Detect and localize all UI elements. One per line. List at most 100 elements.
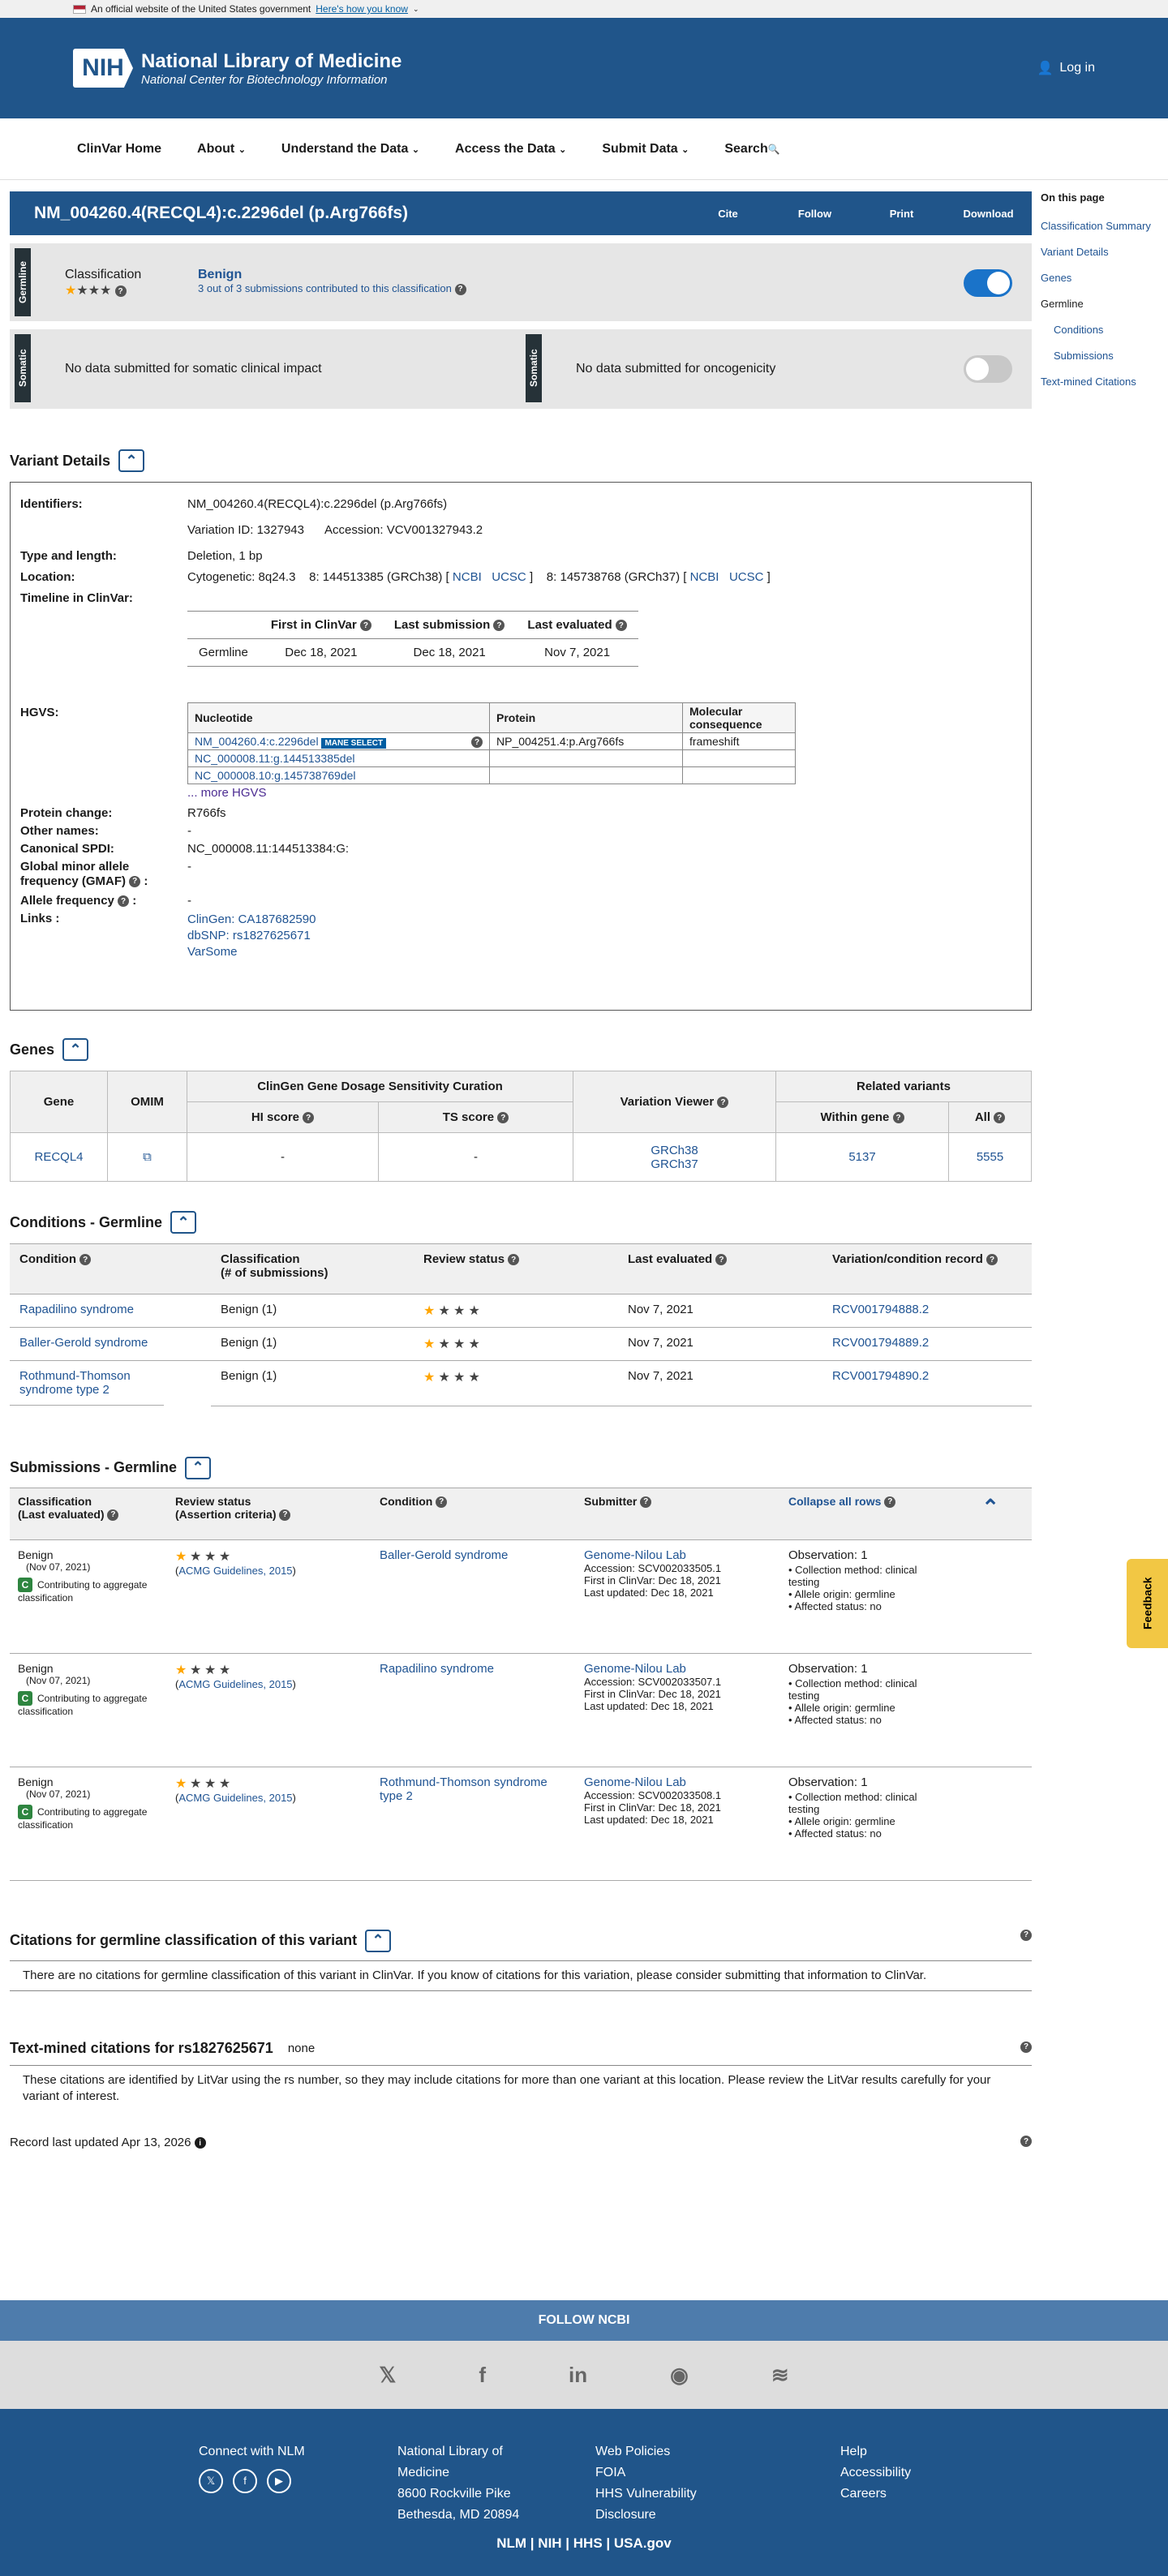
clingen-link[interactable]: ClinGen: CA187682590	[187, 912, 316, 928]
condition-link[interactable]: Rapadilino syndrome	[10, 1294, 211, 1328]
help-icon[interactable]: ?	[508, 1254, 520, 1266]
help-icon[interactable]: ?	[640, 1496, 652, 1508]
feedback-button[interactable]: Feedback	[1127, 1559, 1168, 1648]
github-icon[interactable]: ◉	[670, 2363, 689, 2388]
help-icon[interactable]: ?	[615, 620, 627, 632]
somatic-toggle[interactable]	[964, 355, 1012, 383]
cite-button[interactable]: Cite	[685, 208, 771, 220]
help-icon[interactable]: ?	[1020, 2136, 1032, 2148]
chevron-down-icon[interactable]: ⌄	[413, 5, 419, 14]
chevron-up-icon[interactable]: ⌃	[62, 1038, 89, 1061]
help-icon[interactable]: ?	[717, 1097, 729, 1109]
help-link[interactable]: Help	[840, 2441, 911, 2462]
print-button[interactable]: Print	[858, 208, 945, 220]
condition-link[interactable]: Rothmund-Thomson syndrome type 2	[10, 1361, 164, 1406]
careers-link[interactable]: Careers	[840, 2484, 911, 2505]
nlm-logo[interactable]: NIH National Library of Medicine National…	[73, 49, 402, 88]
nav-search[interactable]: Search🔍	[724, 142, 779, 157]
sub-condition-link[interactable]: Rothmund-Thomson syndrome type 2	[371, 1767, 576, 1881]
follow-button[interactable]: Follow	[771, 208, 858, 220]
ncbi-link-38[interactable]: NCBI	[453, 570, 482, 584]
assertion-criteria-link[interactable]: ACMG Guidelines, 2015	[178, 1565, 292, 1577]
submissions-count[interactable]: 3 out of 3 submissions contributed to th…	[198, 282, 452, 294]
submitter-link[interactable]: Genome-Nilou Lab	[584, 1775, 772, 1789]
help-icon[interactable]: ?	[79, 1254, 92, 1266]
facebook-icon[interactable]: f	[233, 2469, 257, 2493]
grch38-viewer-link[interactable]: GRCh38	[578, 1144, 771, 1157]
youtube-icon[interactable]: ▶	[267, 2469, 291, 2493]
nav-clinvar-home[interactable]: ClinVar Home	[77, 142, 161, 157]
disclosure-link[interactable]: Disclosure	[595, 2505, 697, 2526]
help-icon[interactable]: ?	[884, 1496, 896, 1508]
chevron-up-icon[interactable]: ⌃	[185, 1456, 212, 1479]
foia-link[interactable]: FOIA	[595, 2462, 697, 2484]
help-icon[interactable]: ?	[279, 1509, 291, 1521]
help-icon[interactable]: ?	[497, 1112, 509, 1124]
collapse-all-rows-link[interactable]: Collapse all rows	[788, 1495, 881, 1508]
help-icon[interactable]: ?	[114, 286, 127, 298]
chevron-up-icon[interactable]: ⌃	[118, 449, 145, 472]
help-icon[interactable]: ?	[1020, 2041, 1032, 2053]
help-icon[interactable]: ?	[471, 736, 483, 748]
more-hgvs-link[interactable]: ... more HGVS	[187, 786, 796, 800]
assertion-criteria-link[interactable]: ACMG Guidelines, 2015	[178, 1792, 292, 1804]
toc-text-mined[interactable]: Text-mined Citations	[1041, 376, 1162, 388]
x-icon[interactable]: 𝕏	[379, 2363, 396, 2388]
condition-link[interactable]: Baller-Gerold syndrome	[10, 1327, 211, 1361]
nav-understand[interactable]: Understand the Data ⌄	[281, 142, 419, 157]
help-icon[interactable]: ?	[107, 1509, 119, 1521]
nav-access[interactable]: Access the Data ⌄	[455, 142, 566, 157]
gene-link[interactable]: RECQL4	[10, 1132, 108, 1182]
help-icon[interactable]: ?	[986, 1254, 998, 1266]
address-line[interactable]: Medicine	[397, 2462, 519, 2484]
help-icon[interactable]: ?	[303, 1112, 315, 1124]
rcv-link[interactable]: RCV001794890.2	[822, 1360, 1032, 1406]
rcv-link[interactable]: RCV001794889.2	[822, 1327, 1032, 1361]
help-icon[interactable]: ?	[129, 876, 141, 888]
germline-toggle[interactable]	[964, 269, 1012, 297]
chevron-up-icon[interactable]: ⌃	[365, 1929, 392, 1952]
download-button[interactable]: Download	[945, 208, 1032, 220]
ucsc-link-37[interactable]: UCSC	[729, 570, 764, 584]
help-icon[interactable]: ?	[454, 283, 466, 295]
accessibility-link[interactable]: Accessibility	[840, 2462, 911, 2484]
hgvs-nucleotide[interactable]: NC_000008.11:g.144513385del	[187, 749, 490, 767]
info-icon[interactable]: i	[194, 2137, 206, 2149]
submitter-link[interactable]: Genome-Nilou Lab	[584, 1548, 772, 1562]
help-icon[interactable]: ?	[493, 620, 505, 632]
submitter-link[interactable]: Genome-Nilou Lab	[584, 1662, 772, 1676]
help-icon[interactable]: ?	[118, 895, 130, 908]
hhs-vulnerability-link[interactable]: HHS Vulnerability	[595, 2484, 697, 2505]
address-line[interactable]: National Library of	[397, 2441, 519, 2462]
grch37-viewer-link[interactable]: GRCh37	[578, 1157, 771, 1171]
login-button[interactable]: 👤 Log in	[1037, 60, 1095, 76]
footer-bottom-links[interactable]: NLM | NIH | HHS | USA.gov	[0, 2535, 1168, 2552]
dbsnp-link[interactable]: dbSNP: rs1827625671	[187, 928, 316, 944]
toc-genes[interactable]: Genes	[1041, 272, 1162, 284]
external-link-icon[interactable]: ⧉	[107, 1132, 187, 1182]
chevron-up-icon[interactable]: ⌃	[170, 1211, 197, 1234]
facebook-icon[interactable]: f	[479, 2363, 486, 2388]
nav-about[interactable]: About ⌄	[197, 142, 246, 157]
toc-submissions[interactable]: Submissions	[1041, 350, 1162, 362]
sub-condition-link[interactable]: Baller-Gerold syndrome	[371, 1539, 576, 1654]
toc-conditions[interactable]: Conditions	[1041, 324, 1162, 336]
x-icon[interactable]: 𝕏	[199, 2469, 223, 2493]
help-icon[interactable]: ?	[436, 1496, 448, 1508]
how-you-know-link[interactable]: Here's how you know	[316, 3, 408, 15]
web-policies-link[interactable]: Web Policies	[595, 2441, 697, 2462]
nav-submit[interactable]: Submit Data ⌄	[602, 142, 689, 157]
within-gene-link[interactable]: 5137	[775, 1132, 949, 1182]
toc-variant-details[interactable]: Variant Details	[1041, 246, 1162, 258]
ucsc-link-38[interactable]: UCSC	[492, 570, 526, 584]
sub-condition-link[interactable]: Rapadilino syndrome	[371, 1653, 576, 1767]
help-icon[interactable]: ?	[715, 1254, 728, 1266]
ncbi-link-37[interactable]: NCBI	[690, 570, 719, 584]
all-link[interactable]: 5555	[948, 1132, 1032, 1182]
rcv-link[interactable]: RCV001794888.2	[822, 1294, 1032, 1328]
hgvs-nucleotide[interactable]: NC_000008.10:g.145738769del	[187, 766, 490, 784]
hgvs-nucleotide[interactable]: NM_004260.4:c.2296del	[195, 735, 319, 748]
help-icon[interactable]: ?	[1020, 1929, 1032, 1941]
varsome-link[interactable]: VarSome	[187, 944, 316, 960]
linkedin-icon[interactable]: in	[569, 2363, 587, 2388]
